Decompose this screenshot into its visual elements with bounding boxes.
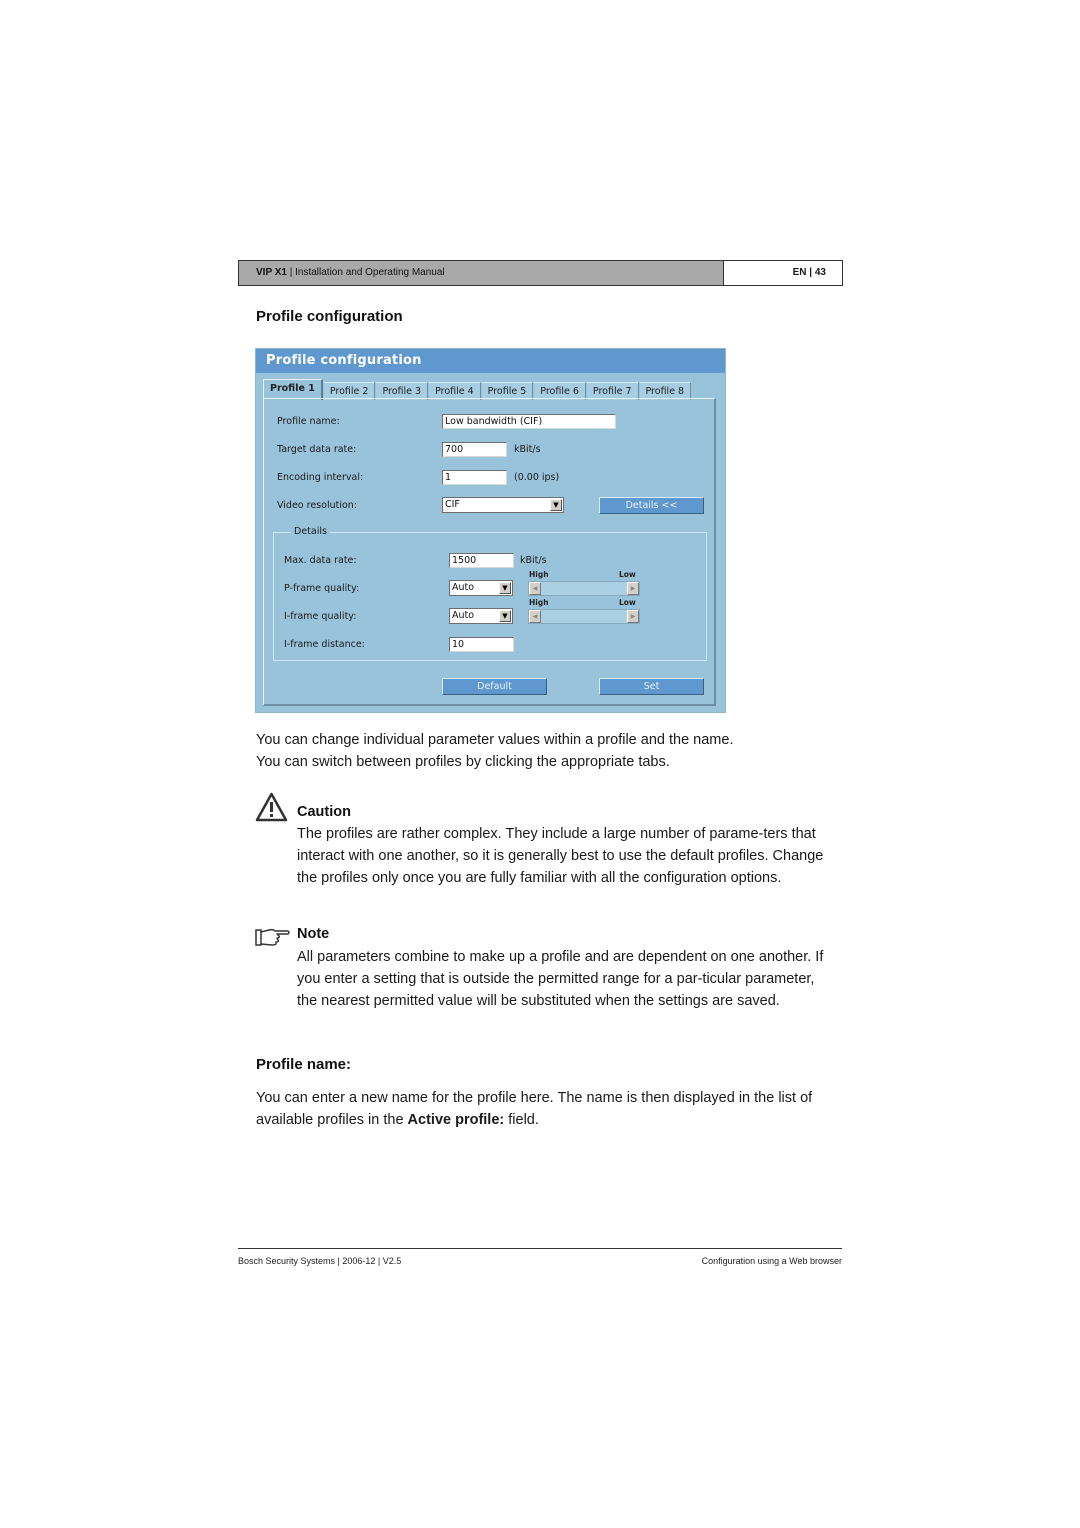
p-frame-high-label: High [529, 570, 549, 579]
set-button[interactable]: Set [599, 678, 704, 695]
note-text: All parameters combine to make up a prof… [297, 949, 824, 1009]
details-legend: Details [291, 526, 330, 537]
footer-left: Bosch Security Systems | 2006-12 | V2.5 [238, 1256, 402, 1266]
p-frame-low-label: Low [619, 570, 636, 579]
p-frame-quality-label: P-frame quality: [284, 583, 360, 594]
profile-name-paragraph: You can enter a new name for the profile… [256, 1087, 826, 1131]
video-resolution-value: CIF [445, 499, 460, 510]
details-toggle-button[interactable]: Details << [599, 497, 704, 514]
max-data-rate-unit: kBit/s [520, 555, 547, 566]
profile-tabs: Profile 1 Profile 2 Profile 3 Profile 4 … [263, 379, 692, 400]
panel-title: Profile configuration [256, 349, 725, 373]
header-manual-title: VIP X1 | Installation and Operating Manu… [239, 261, 724, 285]
note-title: Note [297, 926, 330, 942]
section-title: Profile configuration [256, 308, 403, 325]
target-data-rate-input[interactable]: 700 [442, 442, 507, 457]
max-data-rate-label: Max. data rate: [284, 555, 357, 566]
arrow-left-icon[interactable]: ◀ [529, 582, 541, 595]
arrow-right-icon[interactable]: ▶ [627, 582, 639, 595]
running-header: VIP X1 | Installation and Operating Manu… [238, 260, 843, 286]
i-frame-distance-input[interactable]: 10 [449, 637, 514, 652]
p-frame-quality-value: Auto [452, 582, 475, 593]
i-frame-quality-value: Auto [452, 610, 475, 621]
video-resolution-label: Video resolution: [277, 500, 357, 511]
video-resolution-select[interactable]: CIF ▼ [442, 497, 564, 513]
footer-divider [238, 1248, 842, 1249]
i-frame-quality-slider[interactable]: ◀ ▶ [528, 609, 640, 624]
i-frame-quality-select[interactable]: Auto ▼ [449, 608, 513, 624]
i-frame-distance-label: I-frame distance: [284, 639, 365, 650]
intro-line-2: You can switch between profiles by click… [256, 754, 670, 770]
default-button[interactable]: Default [442, 678, 547, 695]
footer-right: Configuration using a Web browser [701, 1256, 842, 1266]
arrow-right-icon[interactable]: ▶ [627, 610, 639, 623]
tab-profile-1[interactable]: Profile 1 [263, 379, 323, 400]
arrow-left-icon[interactable]: ◀ [529, 610, 541, 623]
profile-config-panel: Profile configuration Profile 1 Profile … [255, 348, 726, 713]
caution-title: Caution [297, 804, 351, 820]
p-frame-quality-slider[interactable]: ◀ ▶ [528, 581, 640, 596]
header-page-ref: EN | 43 [724, 261, 842, 285]
pointing-hand-icon [255, 926, 291, 948]
encoding-interval-label: Encoding interval: [277, 472, 364, 483]
target-data-rate-label: Target data rate: [277, 444, 357, 455]
header-manual: Installation and Operating Manual [295, 267, 445, 278]
intro-paragraph: You can change individual parameter valu… [256, 729, 826, 773]
chevron-down-icon[interactable]: ▼ [499, 582, 511, 594]
chevron-down-icon[interactable]: ▼ [550, 499, 562, 511]
active-profile-term: Active profile: [407, 1112, 505, 1128]
p-frame-quality-select[interactable]: Auto ▼ [449, 580, 513, 596]
profile-name-label: Profile name: [277, 416, 340, 427]
caution-text: The profiles are rather complex. They in… [297, 826, 824, 886]
i-frame-high-label: High [529, 598, 549, 607]
profile-name-text-2: field. [504, 1112, 539, 1128]
header-product: VIP X1 [256, 267, 287, 278]
encoding-interval-input[interactable]: 1 [442, 470, 507, 485]
intro-line-1: You can change individual parameter valu… [256, 732, 734, 748]
chevron-down-icon[interactable]: ▼ [499, 610, 511, 622]
tab-body: Profile name: Low bandwidth (CIF) Target… [263, 398, 716, 706]
header-separator: | [286, 267, 296, 278]
details-fieldset: Details Max. data rate: 1500 kBit/s P-fr… [273, 526, 707, 661]
i-frame-quality-label: I-frame quality: [284, 611, 357, 622]
i-frame-low-label: Low [619, 598, 636, 607]
target-data-rate-unit: kBit/s [514, 444, 541, 455]
encoding-interval-unit: (0.00 ips) [514, 472, 560, 483]
max-data-rate-input[interactable]: 1500 [449, 553, 514, 568]
profile-name-heading: Profile name: [256, 1056, 352, 1073]
profile-name-input[interactable]: Low bandwidth (CIF) [442, 414, 616, 429]
warning-triangle-icon [255, 792, 288, 822]
